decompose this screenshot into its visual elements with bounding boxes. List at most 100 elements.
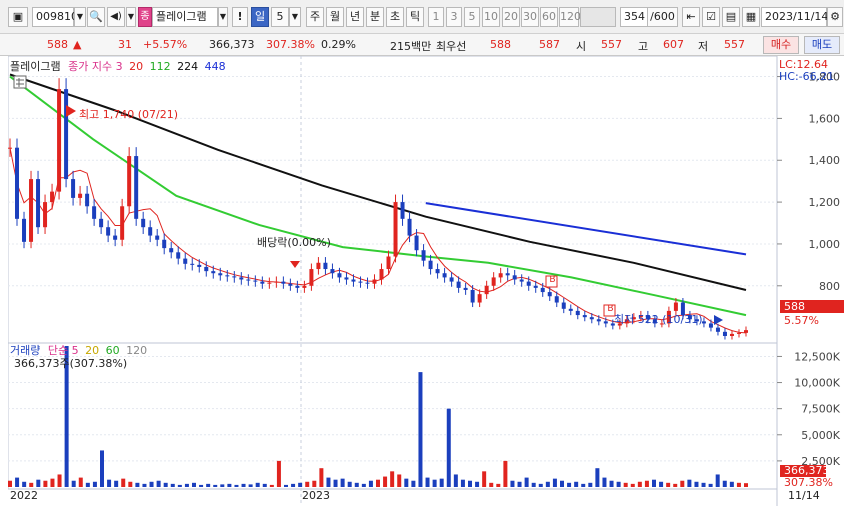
period-second-button[interactable]: 초	[386, 7, 404, 27]
volume-bar	[609, 480, 614, 487]
interval-10-button[interactable]: 10	[482, 7, 500, 27]
b-signal-1-label: B	[549, 275, 556, 285]
stock-chart-svg[interactable]: 8001,0001,2001,4001,6001,8002,500K5,000K…	[7, 55, 844, 506]
candle-body	[204, 266, 209, 272]
candle-body	[477, 294, 482, 303]
period-year-button[interactable]: 년	[346, 7, 364, 27]
x-axis-label-date: 11/14	[788, 489, 820, 502]
volume-bar	[206, 483, 211, 487]
interval-30-button[interactable]: 30	[521, 7, 539, 27]
stock-code-input[interactable]: 009810	[32, 7, 78, 27]
calendar-icon[interactable]: ▦	[742, 7, 760, 27]
candle-body	[211, 271, 216, 274]
search-icon[interactable]: 🔍	[87, 7, 105, 27]
legend-ma20[interactable]: 20	[129, 60, 143, 73]
candle-body	[29, 179, 34, 242]
chart-area[interactable]: 800 1,000 1,200 1,400 1,600 1,800 2,500K 5,000K…	[7, 55, 844, 506]
volume-bar	[552, 478, 557, 487]
volume-bar	[50, 478, 55, 487]
interval-1-button[interactable]: 1	[428, 7, 444, 27]
volume-bar	[284, 484, 288, 487]
volume-percent: 307.38%	[266, 38, 315, 51]
volume-bar	[57, 474, 62, 487]
volume-bar	[276, 460, 281, 487]
open-label: 시	[576, 40, 587, 53]
candle-body	[561, 302, 566, 309]
volume-bar	[163, 482, 168, 487]
volume-bar	[666, 482, 671, 487]
volume-bar	[340, 478, 345, 487]
period-day-button[interactable]: 일	[251, 7, 269, 27]
candle-body	[456, 281, 461, 288]
candle-body	[36, 179, 41, 228]
save-icon[interactable]: ▤	[722, 7, 740, 27]
sound-dropdown-icon[interactable]: ▼	[126, 7, 136, 27]
interval-3-button[interactable]: 3	[446, 7, 462, 27]
volume-bar	[432, 479, 437, 487]
interval-20-button[interactable]: 20	[502, 7, 520, 27]
buy-button[interactable]: 매수	[763, 36, 799, 54]
volume-bar	[199, 484, 204, 487]
data-count-input[interactable]: 354	[620, 7, 648, 27]
legend-ma112[interactable]: 112	[150, 60, 171, 73]
interval-custom-field[interactable]	[580, 7, 616, 27]
up-arrow-icon: ▲	[73, 38, 82, 51]
period-dropdown-icon[interactable]: ▼	[289, 7, 301, 27]
volume-bar	[234, 484, 239, 487]
volume-bar	[644, 480, 649, 487]
price-axis-tick-label: 1,400	[809, 154, 841, 167]
date-input[interactable]: 2023/11/14	[761, 7, 828, 27]
volume-bar	[184, 483, 189, 487]
candle-body	[309, 269, 314, 286]
period-month-button[interactable]: 월	[326, 7, 344, 27]
table-toggle-icon[interactable]	[13, 75, 27, 89]
legend-ma448[interactable]: 448	[205, 60, 226, 73]
volume-bar	[630, 483, 635, 487]
period-week-button[interactable]: 주	[306, 7, 324, 27]
candle-body	[729, 333, 734, 336]
candle-body	[575, 310, 580, 316]
sell-button[interactable]: 매도	[804, 36, 840, 54]
volume-bar	[347, 481, 352, 487]
interval-60-button[interactable]: 60	[540, 7, 558, 27]
info-button[interactable]: !	[232, 7, 248, 27]
stock-name-field[interactable]: 플레이그램	[152, 7, 218, 27]
scroll-start-icon[interactable]: ⇤	[682, 7, 700, 27]
price-axis-tick-label: 800	[819, 280, 840, 293]
volume-bar	[227, 483, 232, 487]
volume-bar	[482, 471, 487, 487]
volume-bar	[744, 483, 748, 487]
volume-bar	[135, 482, 140, 487]
candle-body	[120, 206, 125, 240]
volume-bar	[128, 481, 133, 487]
price-tag-percent: 5.57%	[784, 314, 819, 327]
legend-stock-name[interactable]: 플레이그램	[10, 60, 61, 73]
legend-ma224[interactable]: 224	[177, 60, 198, 73]
candle-body	[372, 279, 377, 284]
settings-gear-icon[interactable]: ⚙	[827, 7, 843, 27]
low-marker-label: 최저 522 (10/31)	[614, 313, 703, 326]
volume-bar	[241, 483, 246, 487]
legend-volume-ma120[interactable]: 120	[126, 344, 147, 357]
sound-icon[interactable]: ◀)	[107, 7, 125, 27]
quote-bar: 588 ▲ 31 +5.57% 366,373 307.38% 0.29% 21…	[0, 34, 844, 56]
candle-body	[190, 263, 195, 265]
volume-axis-tick-label: 12,500K	[794, 350, 840, 363]
window-menu-icon[interactable]: ▣	[8, 7, 28, 27]
x-axis-label-2023: 2023	[302, 489, 330, 502]
candle-body	[162, 239, 167, 249]
checkbox-icon[interactable]: ☑	[702, 7, 720, 27]
candle-body	[197, 264, 202, 267]
interval-120-button[interactable]: 120	[559, 7, 581, 27]
name-dropdown-icon[interactable]: ▼	[218, 7, 228, 27]
candle-body	[358, 281, 363, 283]
interval-5-button[interactable]: 5	[464, 7, 480, 27]
toolbar: ▣ 009810 ▼ 🔍 ◀) ▼ 종 플레이그램 ▼ ! 일 5 ▼ 주 월 …	[0, 0, 844, 34]
period-minute-button[interactable]: 분	[366, 7, 384, 27]
period-tick-button[interactable]: 틱	[406, 7, 424, 27]
candle-body	[99, 218, 104, 228]
code-dropdown-icon[interactable]: ▼	[74, 7, 86, 27]
legend-indicator[interactable]: 종가 지수 3	[68, 60, 122, 73]
period-count-field[interactable]: 5	[271, 7, 289, 27]
candle-body	[449, 277, 454, 282]
